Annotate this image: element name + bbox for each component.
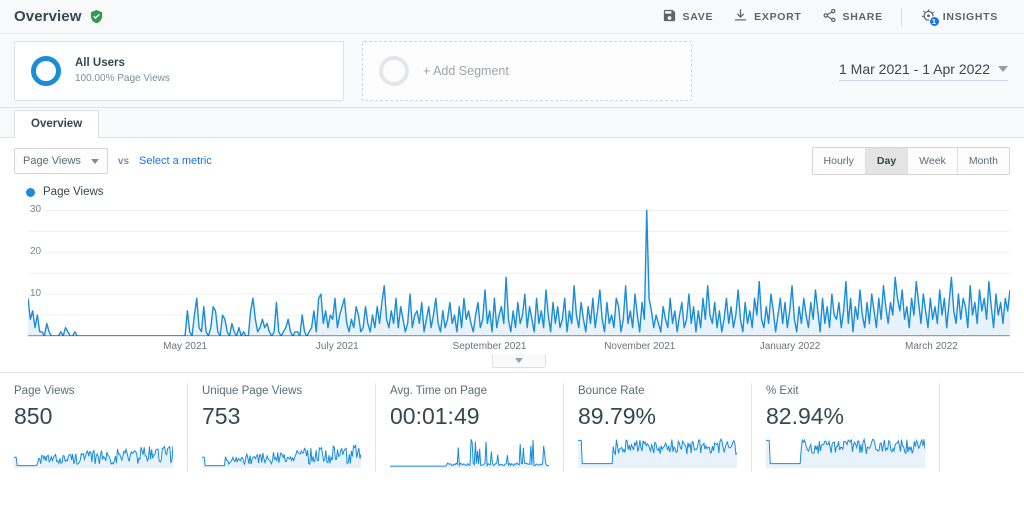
x-axis-labels: May 2021 July 2021 September 2021 November … [28,336,1010,358]
segment-ring-icon [31,56,61,86]
metric-card-empty [940,383,1024,472]
exit-sparkline [766,438,925,468]
header-actions: SAVE EXPORT SHARE [652,4,1008,30]
chevron-down-icon [515,358,523,363]
segment-text: All Users 100.00% Page Views [75,56,170,86]
metric-card-value: 82.94% [766,400,925,432]
metric-select[interactable]: Page Views [14,148,108,174]
avgtime-sparkline [390,438,549,468]
legend-dot-icon [26,188,35,197]
metric-card-label: Unique Page Views [202,383,361,399]
metric-cards-row: Page Views850Unique Page Views753Avg. Ti… [0,372,1024,472]
chart-panel: Page Views vs Select a metric Hourly Day… [0,138,1024,358]
download-icon [733,8,748,26]
metric-card-value: 89.79% [578,400,737,432]
legend-label: Page Views [43,186,104,198]
granularity-week[interactable]: Week [908,148,958,174]
insights-label: INSIGHTS [943,11,998,23]
x-tick-label: January 2022 [760,341,821,352]
x-tick-label: March 2022 [905,341,958,352]
add-segment-button[interactable]: + Add Segment [362,41,692,101]
insights-button[interactable]: 1 INSIGHTS [910,4,1008,29]
chevron-down-icon [91,159,99,164]
save-icon [662,8,677,26]
segment-subtext: 100.00% Page Views [75,72,170,86]
x-tick-label: July 2021 [316,341,359,352]
segment-name: All Users [75,56,170,71]
unique-sparkline [202,438,361,468]
toolbar-divider [901,8,902,26]
granularity-hourly[interactable]: Hourly [813,148,866,174]
chart-expand-handle[interactable] [492,354,546,368]
page-header: Overview SAVE EXPORT [0,0,1024,34]
chevron-down-icon [998,66,1008,72]
select-metric-link[interactable]: Select a metric [139,155,212,167]
share-icon [822,8,837,26]
granularity-day[interactable]: Day [866,148,908,174]
x-tick-label: May 2021 [163,341,207,352]
granularity-month[interactable]: Month [958,148,1009,174]
tab-strip: Overview [0,108,1024,138]
metric-card-unique-page-views[interactable]: Unique Page Views753 [188,383,376,472]
bounce-sparkline [578,438,737,468]
metric-card-bounce-rate[interactable]: Bounce Rate89.79% [564,383,752,472]
tab-overview-label: Overview [31,118,82,130]
metric-card-page-views[interactable]: Page Views850 [0,383,188,472]
tab-overview[interactable]: Overview [14,110,99,138]
main-chart[interactable]: 102030 [28,202,1010,336]
pageviews-sparkline [14,438,173,468]
date-range-picker[interactable]: 1 Mar 2021 - 1 Apr 2022 [839,61,1008,81]
metric-card-value: 850 [14,400,173,432]
insights-badge: 1 [929,16,940,27]
metric-card-exit[interactable]: % Exit82.94% [752,383,940,472]
granularity-toggle-group: Hourly Day Week Month [812,147,1010,175]
add-segment-label: + Add Segment [423,64,509,78]
export-button[interactable]: EXPORT [723,4,811,30]
segment-all-users[interactable]: All Users 100.00% Page Views [14,41,344,101]
save-label: SAVE [683,11,714,23]
add-segment-ring-icon [379,56,409,86]
chart-controls-row: Page Views vs Select a metric Hourly Day… [14,138,1010,184]
metric-select-value: Page Views [23,155,81,167]
metric-card-label: Page Views [14,383,173,399]
insights-icon: 1 [920,8,937,25]
metric-card-avg-time-on-page[interactable]: Avg. Time on Page00:01:49 [376,383,564,472]
page-title: Overview [14,8,82,25]
segment-bar: All Users 100.00% Page Views + Add Segme… [0,34,1024,108]
vs-label: vs [118,156,129,167]
metric-card-label: % Exit [766,383,925,399]
chart-legend: Page Views [14,184,1010,202]
date-range-value: 1 Mar 2021 - 1 Apr 2022 [839,61,990,77]
share-button[interactable]: SHARE [812,4,893,30]
main-chart-svg[interactable] [28,202,1010,336]
metric-card-label: Bounce Rate [578,383,737,399]
metric-card-value: 00:01:49 [390,400,549,432]
metric-card-label: Avg. Time on Page [390,383,549,399]
share-label: SHARE [843,11,883,23]
x-tick-label: November 2021 [604,341,675,352]
x-tick-label: September 2021 [453,341,527,352]
save-button[interactable]: SAVE [652,4,724,30]
shield-check-icon [89,9,104,24]
metric-card-value: 753 [202,400,361,432]
export-label: EXPORT [754,11,801,23]
